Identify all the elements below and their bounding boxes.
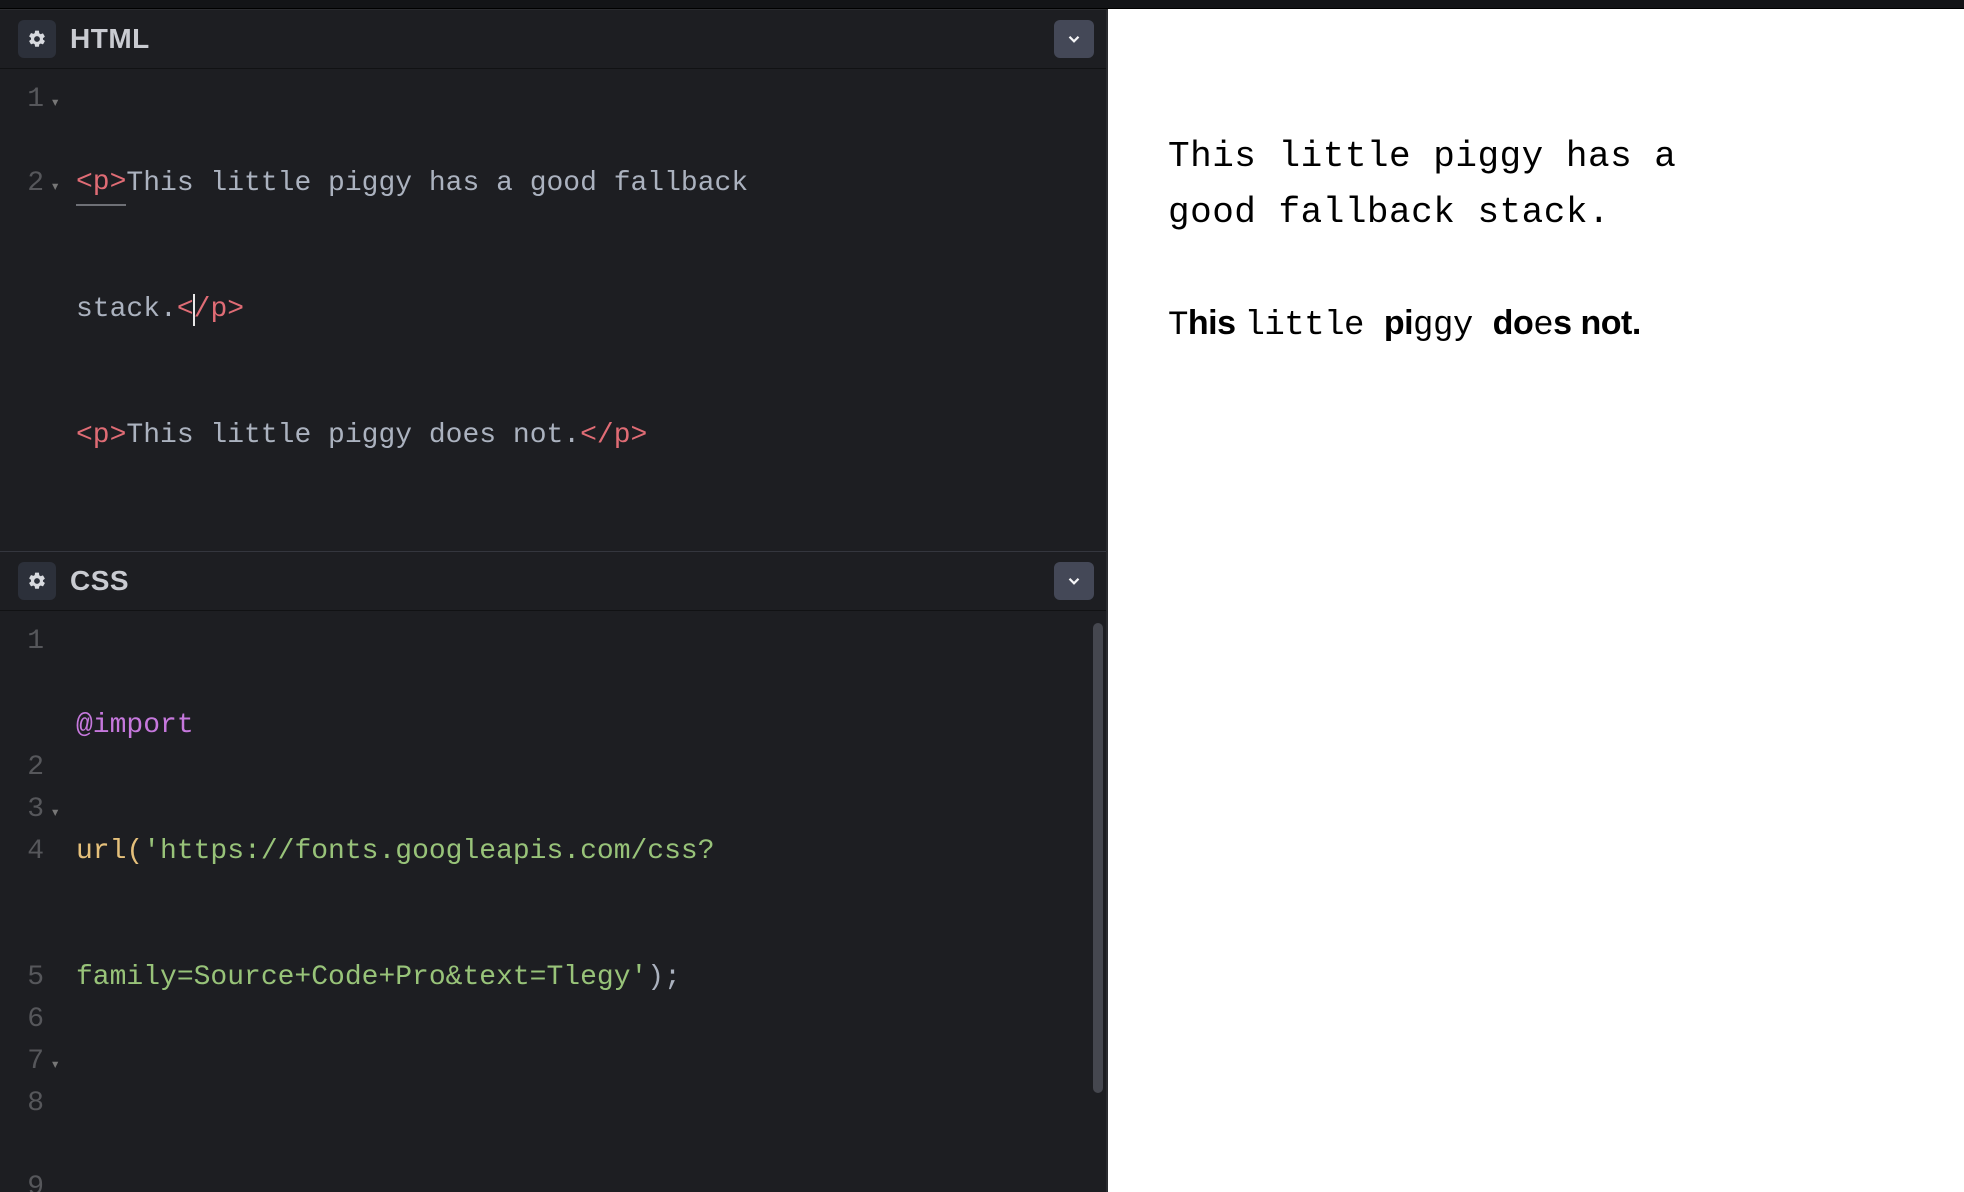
line-number: 3 <box>27 789 44 831</box>
code-token: url( <box>76 831 143 873</box>
main-split: HTML 1▾ 2▾ <p>This little piggy has a go… <box>0 9 1964 1192</box>
scrollbar-thumb[interactable] <box>1093 623 1103 1093</box>
panel-css: CSS 1 2 3 ▾ 4 5 6 7 ▾ <box>0 551 1106 1192</box>
html-settings-button[interactable] <box>18 20 56 58</box>
css-editor[interactable]: 1 2 3▾ 4 5 6 7▾ 8 9 10 @imp <box>0 611 1106 1192</box>
css-settings-button[interactable] <box>18 562 56 600</box>
code-token: /p> <box>194 289 244 331</box>
html-code[interactable]: <p>This little piggy has a good fallback… <box>52 69 1106 551</box>
line-number: 1 <box>27 79 44 121</box>
editors-column: HTML 1▾ 2▾ <p>This little piggy has a go… <box>0 9 1108 1192</box>
chevron-down-icon <box>1065 30 1083 48</box>
code-token: stack. <box>76 289 177 331</box>
panel-css-header: CSS <box>0 551 1106 611</box>
line-number: 2 <box>27 747 44 789</box>
line-number: 5 <box>27 957 44 999</box>
line-number: 2 <box>27 163 44 205</box>
line-number: 6 <box>27 999 44 1041</box>
line-number: 7 <box>27 1041 44 1083</box>
css-code[interactable]: @import url('https://fonts.googleapis.co… <box>52 611 1106 1192</box>
css-gutter: 1 2 3▾ 4 5 6 7▾ 8 9 10 <box>0 611 52 1192</box>
gear-icon <box>27 29 47 49</box>
code-token: @import <box>76 705 194 747</box>
preview-pane: This little piggy has a good fallback st… <box>1108 9 1964 1192</box>
line-number: 4 <box>27 831 44 873</box>
line-number: 1 <box>27 621 44 663</box>
panel-css-title: CSS <box>70 565 129 597</box>
code-token: ); <box>647 957 681 999</box>
preview-paragraph-1: This little piggy has a good fallback st… <box>1168 129 1728 241</box>
fold-icon[interactable]: ▾ <box>50 95 60 111</box>
code-token: 'https://fonts.googleapis.com/css? <box>143 831 714 873</box>
chevron-down-icon <box>1065 572 1083 590</box>
html-gutter: 1▾ 2▾ <box>0 69 52 551</box>
fold-icon[interactable]: ▾ <box>50 1057 60 1073</box>
code-token: This little piggy has a good fallback <box>126 163 765 205</box>
code-token: family=Source+Code+Pro&text=Tlegy' <box>76 957 647 999</box>
line-number: 8 <box>27 1083 44 1125</box>
gear-icon <box>27 571 47 591</box>
panel-html-title: HTML <box>70 23 150 55</box>
code-token: This little piggy does not. <box>126 415 580 457</box>
code-token: <p> <box>76 162 126 206</box>
line-number: 9 <box>27 1167 44 1192</box>
fold-icon[interactable]: ▾ <box>50 179 60 195</box>
panel-html-header: HTML <box>0 9 1106 69</box>
code-token: </p> <box>580 415 647 457</box>
code-token: <p> <box>76 415 126 457</box>
preview-paragraph-2: This little piggy does not. <box>1168 297 1728 353</box>
html-dropdown-button[interactable] <box>1054 20 1094 58</box>
css-dropdown-button[interactable] <box>1054 562 1094 600</box>
panel-html: HTML 1▾ 2▾ <p>This little piggy has a go… <box>0 9 1106 551</box>
window-topbar <box>0 0 1964 9</box>
html-editor[interactable]: 1▾ 2▾ <p>This little piggy has a good fa… <box>0 69 1106 551</box>
code-token: < <box>177 289 194 331</box>
fold-icon[interactable]: ▾ <box>50 805 60 821</box>
